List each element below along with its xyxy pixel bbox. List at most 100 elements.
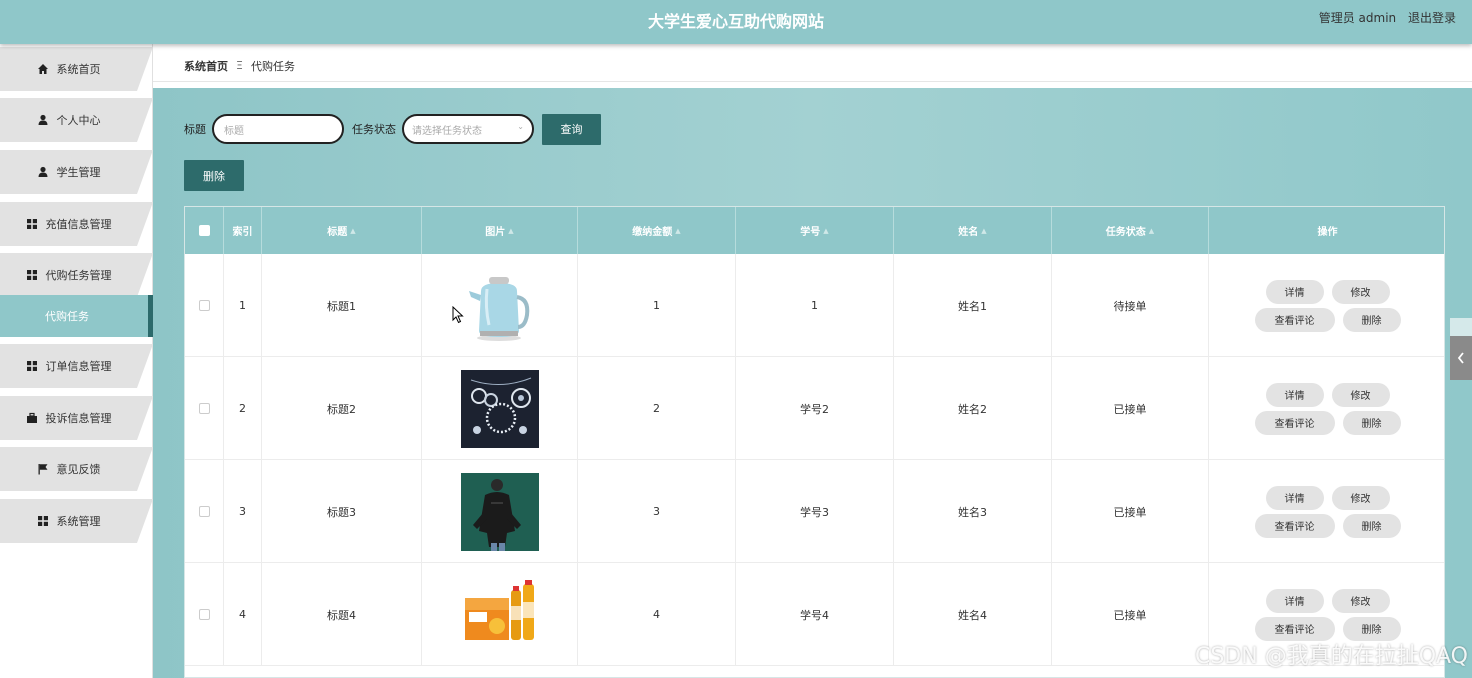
breadcrumb: 系统首页 Ξ 代购任务 (153, 50, 1472, 82)
batch-delete-button[interactable]: 删除 (184, 160, 244, 191)
sidebar-item-label: 系统首页 (56, 63, 101, 76)
sort-icon[interactable]: ▲ (675, 227, 680, 235)
juice-image[interactable] (460, 575, 539, 654)
detail-button[interactable]: 详情 (1265, 588, 1324, 613)
task-table: 索引 标题 ▲ 图片 ▲ 缴纳金额 ▲ 学号 ▲ 姓名 ▲ 任务状态 ▲ 操作 1 标题1 (184, 206, 1445, 678)
sort-icon[interactable]: ▲ (508, 227, 513, 235)
row-name: 姓名4 (894, 563, 1052, 666)
view-comments-button[interactable]: 查看评论 (1254, 616, 1335, 641)
edit-button[interactable]: 修改 (1331, 485, 1390, 510)
delete-button[interactable]: 删除 (1342, 616, 1401, 641)
user-icon (38, 166, 47, 177)
row-index: 1 (224, 254, 262, 357)
select-all-cell (185, 207, 224, 254)
admin-user-label: 管理员 admin (1318, 11, 1397, 25)
sidebar-submenu-task[interactable]: 代购任务 (0, 295, 153, 337)
home-icon (37, 64, 48, 74)
detail-button[interactable]: 详情 (1265, 382, 1324, 407)
column-header-title[interactable]: 标题 ▲ (262, 207, 422, 254)
sidebar-item-system-management[interactable]: 系统管理 (0, 499, 153, 543)
sidebar-item-label: 学生管理 (56, 166, 101, 179)
column-header-name[interactable]: 姓名 ▲ (894, 207, 1052, 254)
chevron-left-icon (1457, 352, 1464, 364)
row-image-cell (422, 357, 578, 460)
row-actions: 详情 修改 查看评论 删除 (1209, 460, 1444, 563)
column-header-student-id[interactable]: 学号 ▲ (736, 207, 894, 254)
row-amount: 2 (578, 357, 736, 460)
sidebar-item-feedback[interactable]: 意见反馈 (0, 447, 153, 491)
edit-button[interactable]: 修改 (1331, 382, 1390, 407)
row-image-cell (422, 254, 578, 357)
edit-button[interactable]: 修改 (1331, 279, 1390, 304)
row-index: 2 (224, 357, 262, 460)
grid-icon (26, 270, 37, 280)
sidebar-item-student-management[interactable]: 学生管理 (0, 150, 153, 194)
row-title: 标题3 (262, 460, 422, 563)
detail-button[interactable]: 详情 (1265, 485, 1324, 510)
title-search-input[interactable]: 标题 (212, 114, 344, 144)
column-header-status[interactable]: 任务状态 ▲ (1052, 207, 1209, 254)
column-header-amount[interactable]: 缴纳金额 ▲ (578, 207, 736, 254)
sort-icon[interactable]: ▲ (350, 227, 355, 235)
logout-link[interactable]: 退出登录 (1408, 11, 1456, 25)
sidebar-item-complaint-management[interactable]: 投诉信息管理 (0, 396, 153, 440)
sidebar-item-task-management[interactable]: 代购任务管理 (0, 253, 153, 297)
row-student-id: 学号2 (736, 357, 894, 460)
sidebar: 系统首页 个人中心 学生管理 充值信息管理 代购任务管理 代购任务 订单信息管理 (0, 44, 153, 678)
row-amount: 4 (578, 563, 736, 666)
status-select[interactable]: 请选择任务状态 (402, 114, 534, 144)
row-checkbox[interactable] (198, 609, 210, 620)
sort-icon[interactable]: ▲ (981, 227, 986, 235)
row-title: 标题4 (262, 563, 422, 666)
sidebar-item-label: 充值信息管理 (45, 218, 112, 231)
row-actions: 详情 修改 查看评论 删除 (1209, 254, 1444, 357)
sidebar-item-recharge-management[interactable]: 充值信息管理 (0, 202, 153, 246)
sidebar-item-label: 意见反馈 (56, 463, 101, 476)
watermark: CSDN @我真的在拉扯QAQ (1194, 644, 1468, 669)
row-student-id: 学号3 (736, 460, 894, 563)
sidebar-item-personal-center[interactable]: 个人中心 (0, 98, 153, 142)
flag-icon (38, 464, 47, 475)
delete-button[interactable]: 删除 (1342, 513, 1401, 538)
select-all-checkbox[interactable] (198, 225, 210, 236)
sidebar-item-label: 系统管理 (56, 515, 101, 528)
jewelry-image[interactable] (460, 369, 539, 448)
delete-button[interactable]: 删除 (1342, 410, 1401, 435)
column-header-index: 索引 (224, 207, 262, 254)
query-button[interactable]: 查询 (542, 113, 601, 145)
row-amount: 1 (578, 254, 736, 357)
row-index: 3 (224, 460, 262, 563)
sort-icon[interactable]: ▲ (1149, 227, 1154, 235)
row-checkbox[interactable] (198, 506, 210, 517)
row-image-cell (422, 460, 578, 563)
table-header: 索引 标题 ▲ 图片 ▲ 缴纳金额 ▲ 学号 ▲ 姓名 ▲ 任务状态 ▲ 操作 (185, 207, 1444, 254)
sidebar-item-order-management[interactable]: 订单信息管理 (0, 344, 153, 388)
sort-icon[interactable]: ▲ (823, 227, 828, 235)
row-checkbox[interactable] (198, 403, 210, 414)
status-filter-label: 任务状态 (352, 123, 396, 136)
sidebar-item-label: 代购任务管理 (45, 269, 112, 282)
row-actions: 详情 修改 查看评论 删除 (1209, 357, 1444, 460)
row-checkbox[interactable] (198, 300, 210, 311)
view-comments-button[interactable]: 查看评论 (1254, 410, 1335, 435)
sidebar-item-home[interactable]: 系统首页 (0, 47, 153, 91)
view-comments-button[interactable]: 查看评论 (1254, 307, 1335, 332)
breadcrumb-separator: Ξ (236, 59, 243, 72)
delete-button[interactable]: 删除 (1342, 307, 1401, 332)
row-amount: 3 (578, 460, 736, 563)
user-icon (38, 114, 47, 125)
detail-button[interactable]: 详情 (1265, 279, 1324, 304)
row-status: 已接单 (1052, 563, 1209, 666)
row-name: 姓名1 (894, 254, 1052, 357)
row-status: 已接单 (1052, 357, 1209, 460)
column-header-image[interactable]: 图片 ▲ (422, 207, 578, 254)
mouse-cursor-icon (452, 306, 464, 324)
breadcrumb-home[interactable]: 系统首页 (184, 58, 228, 74)
view-comments-button[interactable]: 查看评论 (1254, 513, 1335, 538)
edit-button[interactable]: 修改 (1331, 588, 1390, 613)
kettle-image[interactable] (460, 266, 539, 345)
row-student-id: 学号4 (736, 563, 894, 666)
sidebar-item-label: 投诉信息管理 (45, 412, 112, 425)
jacket-image[interactable] (460, 472, 539, 551)
collapse-handle[interactable] (1450, 336, 1472, 380)
